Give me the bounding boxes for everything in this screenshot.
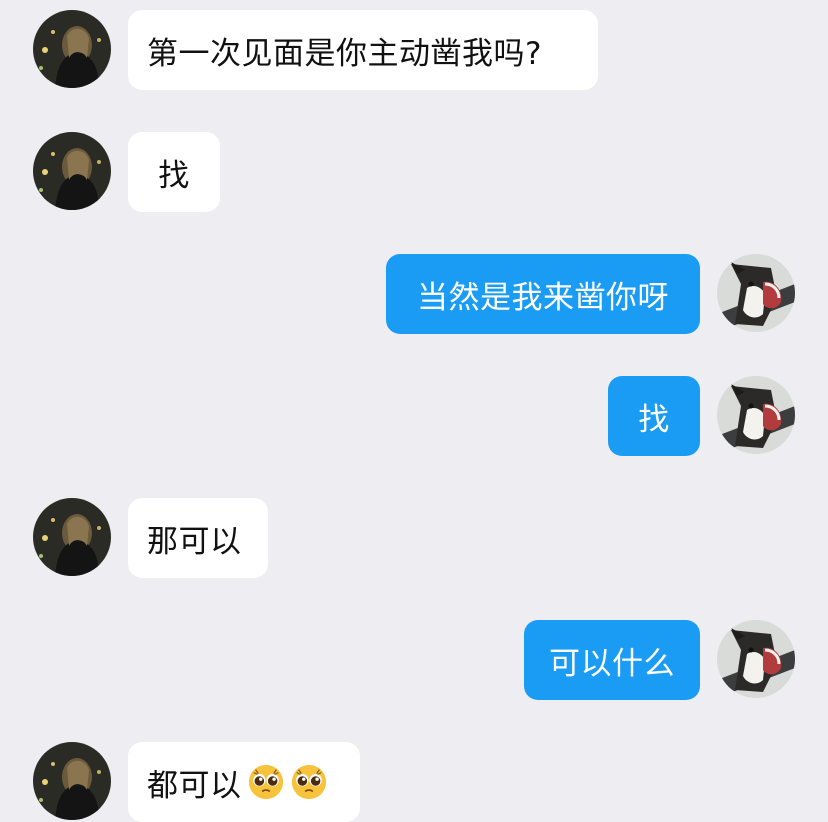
message-bubble-received[interactable]: 第一次见面是你主动凿我吗?: [128, 10, 598, 90]
message-text: 可以什么: [549, 645, 675, 682]
pleading-face-emoji-icon: [290, 763, 328, 801]
message-text: 当然是我来凿你呀: [417, 279, 669, 316]
contact-avatar[interactable]: [33, 742, 111, 820]
message-bubble-sent[interactable]: 可以什么: [524, 620, 700, 700]
pleading-face-emoji-icon: [247, 763, 285, 801]
message-text: 第一次见面是你主动凿我吗?: [147, 35, 542, 72]
message-bubble-received[interactable]: 都可以: [128, 742, 360, 822]
message-bubble-received[interactable]: 那可以: [128, 498, 268, 578]
my-avatar[interactable]: [717, 254, 795, 332]
message-text: 都可以: [147, 767, 242, 804]
my-avatar[interactable]: [717, 620, 795, 698]
my-avatar[interactable]: [717, 376, 795, 454]
message-bubble-sent[interactable]: 找: [608, 376, 700, 456]
contact-avatar[interactable]: [33, 498, 111, 576]
message-text: 找: [158, 157, 190, 194]
message-bubble-sent[interactable]: 当然是我来凿你呀: [386, 254, 700, 334]
message-text: 找: [638, 401, 670, 438]
contact-avatar[interactable]: [33, 132, 111, 210]
message-text: 那可以: [147, 523, 242, 560]
contact-avatar[interactable]: [33, 10, 111, 88]
message-bubble-received[interactable]: 找: [128, 132, 220, 212]
